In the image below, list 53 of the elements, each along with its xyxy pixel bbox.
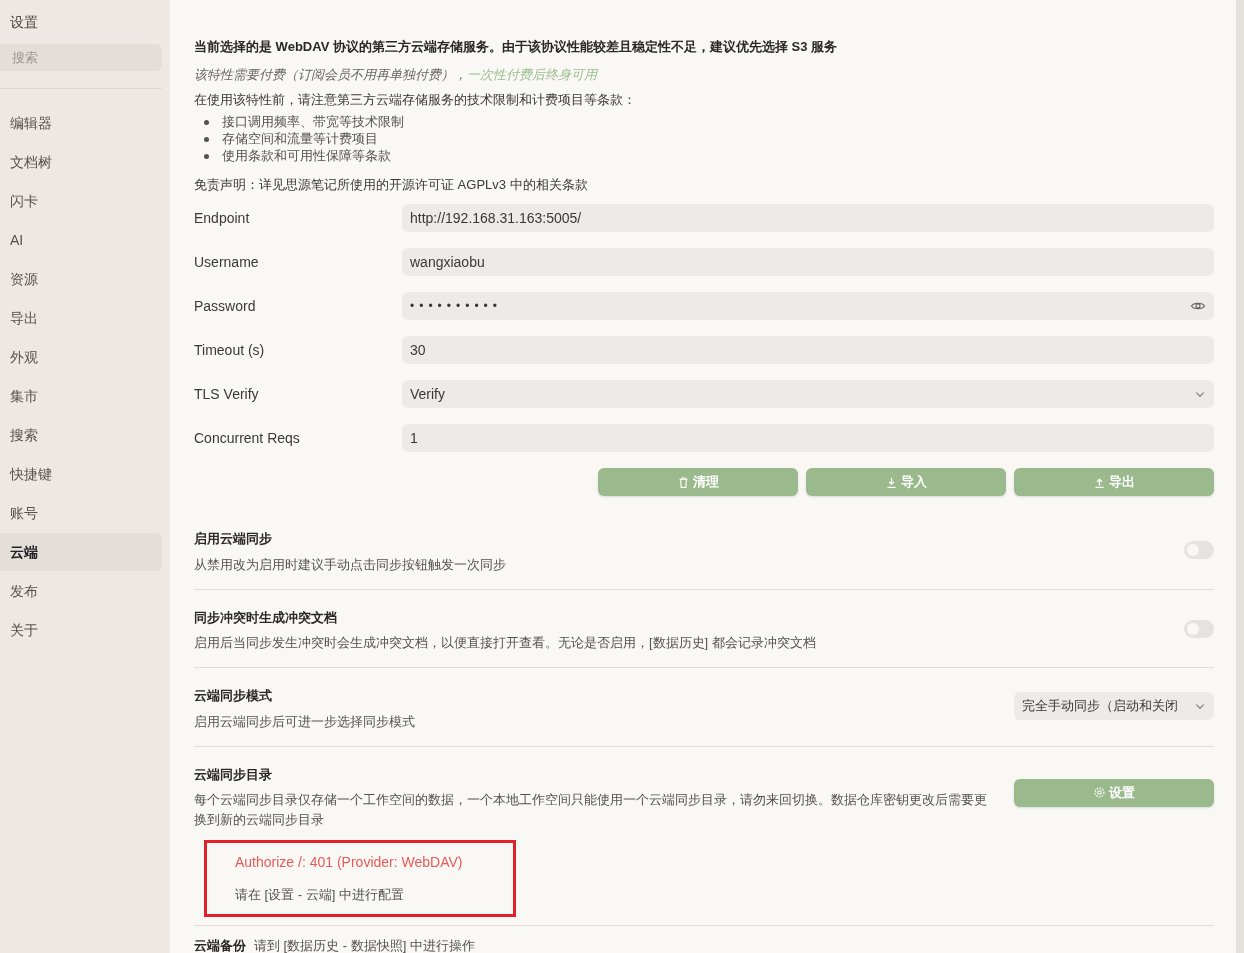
sidebar-item[interactable]: 文档树 (0, 143, 162, 181)
disclaimer-text: 免责声明：详见思源笔记所使用的开源许可证 AGPLv3 中的相关条款 (194, 175, 589, 194)
settings-title: 设置 (9, 13, 39, 32)
setting-description: 启用后当同步发生冲突时会生成冲突文档，以便直接打开查看。无论是否启用，[数据历史] 都会记录冲突文档 (194, 634, 817, 652)
setting-title: 同步冲突时生成冲突文档 (194, 608, 338, 627)
error-message: Authorize /: 401 (Provider: WebDAV) (235, 853, 464, 872)
intro-text: 在使用该特性前，请注意第三方云端存储服务的技术限制和计费项目等条款： (194, 91, 637, 109)
setting-title: 云端同步模式 (194, 687, 273, 705)
sidebar-item[interactable]: 集市 (0, 377, 162, 415)
field-label: Concurrent Reqs (194, 428, 301, 448)
list-item: 存储空间和流量等计费项目 (222, 130, 378, 149)
select-field[interactable]: 完全手动同步（启动和关闭 (1014, 692, 1214, 720)
input-field[interactable]: http://192.168.31.163:5005/ (402, 204, 1214, 232)
input-field[interactable]: 1 (402, 424, 1214, 452)
sidebar-item[interactable]: 关于 (0, 611, 162, 649)
field-label: Timeout (s) (194, 340, 266, 360)
settings-icon (1093, 786, 1106, 799)
field-label: Password (194, 296, 257, 316)
download-icon (885, 475, 898, 489)
setting-description: 从禁用改为启用时建议手动点击同步按钮触发一次同步 (194, 555, 507, 574)
upload-icon (1093, 475, 1106, 489)
sidebar-item[interactable]: 快捷键 (0, 455, 162, 493)
field-label: TLS Verify (194, 384, 260, 404)
list-item: 接口调用频率、带宽等技术限制 (222, 113, 404, 132)
sidebar-item[interactable]: AI (0, 221, 162, 259)
setting-description: 请到 [数据历史 - 数据快照] 中进行操作 (254, 936, 475, 953)
setting-description: 每个云端同步目录仅存储一个工作空间的数据，一个本地工作空间只能使用一个云端同步目录，请勿来回切换。数据仓库密钥更改后需要更换到新的云端同步目录 (194, 791, 988, 829)
sidebar-item[interactable]: 编辑器 (0, 104, 162, 142)
sidebar-item[interactable]: 账号 (0, 494, 162, 532)
list-item: 使用条款和可用性保障等条款 (222, 147, 391, 166)
input-field[interactable]: wangxiaobu (402, 248, 1214, 276)
paid-note: 该特性需要付费（订阅会员不用再单独付费）， (194, 65, 467, 84)
sidebar-item[interactable]: 发布 (0, 572, 162, 610)
sidebar-item[interactable]: 搜索 (0, 416, 162, 454)
trash-icon (677, 475, 690, 489)
select-field[interactable]: Verify (402, 380, 1214, 408)
sidebar-item[interactable]: 外观 (0, 338, 162, 376)
setting-title: 启用云端同步 (194, 530, 273, 548)
sidebar-item[interactable]: 资源 (0, 260, 162, 298)
hint-text: 请在 [设置 - 云端] 中进行配置 (235, 886, 405, 904)
field-label: Username (194, 252, 260, 272)
sidebar-item[interactable]: 导出 (0, 299, 162, 337)
field-label: Endpoint (194, 208, 251, 228)
sidebar-item[interactable]: 闪卡 (0, 182, 162, 220)
scrollbar[interactable] (1236, 0, 1244, 953)
notice-headline: 当前选择的是 WebDAV 协议的第三方云端存储服务。由于该协议性能较差且稳定性不足，建议优先选择 S3 服务 (194, 38, 839, 56)
search-field[interactable]: 搜索 (0, 44, 162, 71)
setting-description: 启用云端同步后可进一步选择同步模式 (194, 712, 416, 731)
setting-title: 云端同步目录 (194, 765, 273, 784)
input-field[interactable]: 30 (402, 336, 1214, 364)
password-field[interactable]: •••••••••• (402, 292, 1214, 320)
sidebar-item[interactable]: 云端 (0, 533, 162, 571)
setting-title: 云端备份 (194, 936, 246, 953)
